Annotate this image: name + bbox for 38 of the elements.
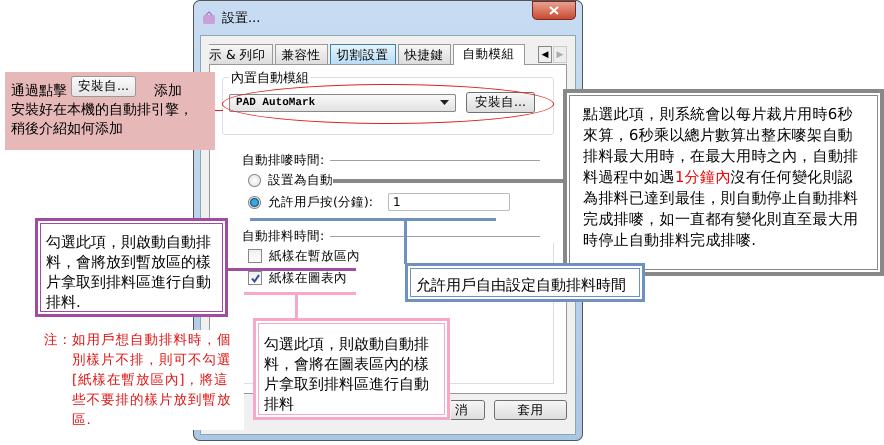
close-icon (549, 6, 559, 15)
checkbox-label: 紙樣在暫放區內 (269, 248, 360, 264)
tab-scroll-button[interactable]: ◀ (538, 46, 552, 62)
note-text: 如用戶想自動排料時，個別樣片不排，則可不勾選[紙樣在暫放區內]，將這些不要排的樣片放到暫放區. (72, 331, 232, 430)
annotation-text: 勾選此項，則啟動自動排料，會將在圖表區內的樣片拿取到排料區進行自動排料 (264, 334, 430, 414)
annotation-text: 通過點擊 (11, 82, 67, 101)
checkbox-label: 紙樣在圖表內 (269, 270, 347, 286)
engine-dropdown[interactable]: PAD AutoMark (229, 94, 456, 112)
window-title: 設置... (222, 10, 260, 27)
section-title: 自動排料時間: (242, 228, 324, 244)
annotation-text: 安裝好在本機的自動排引擎， (11, 101, 194, 120)
radio-button[interactable] (248, 174, 261, 186)
radio-button[interactable] (248, 196, 261, 208)
annotation-text: 稍後介紹如何添加 (11, 120, 124, 139)
dialog-button[interactable]: 套用 (494, 400, 567, 420)
install-button[interactable]: 安裝自... (466, 92, 535, 113)
checkbox[interactable] (248, 271, 262, 285)
tab[interactable]: 示 & 列印 (209, 44, 273, 64)
dialog-button[interactable]: 消 (451, 400, 485, 420)
section-title: 自動排嘜時間: (242, 152, 324, 168)
tab[interactable]: 自動模組 (452, 44, 525, 65)
radio-label: 允許用戶按(分鐘): (268, 194, 373, 210)
note-label: 注： (44, 331, 72, 350)
annotation-text: 點選此項，則系統會以每片裁片用時6秒來算，6秒乘以總片數算出整床嘜架自動排料最大用時，在最大用時之內，自動排料過程中如遇1分鐘內沒有任何變化則認為排料已達到最佳，則自動停止自動排料完成排嘜，如一直都有變化則直至最大用時停止自動排料完成排嘜. (582, 104, 860, 251)
tab[interactable]: 切割設置 (330, 44, 396, 64)
annotation-text: 勾選此項，則啟動自動排料，會將放到暫放區的樣片拿取到排料區進行自動排料. (46, 232, 212, 312)
dropdown-arrow-icon (440, 100, 449, 105)
group-title: 內置自動模組 (229, 69, 311, 87)
radio-label: 設置為自動 (268, 172, 333, 188)
app-icon (202, 11, 216, 25)
tab[interactable]: 兼容性 (274, 44, 328, 64)
install-button[interactable]: 安裝自... (71, 76, 136, 97)
tab[interactable]: 快捷鍵 (398, 44, 451, 64)
minutes-input-field[interactable]: 1 (388, 193, 510, 211)
annotation-text: 允許用戶自由設定自動排料時間 (416, 275, 627, 296)
checkbox[interactable] (248, 249, 262, 263)
close-button[interactable] (532, 1, 576, 20)
annotation-text: 添加 (154, 82, 182, 101)
